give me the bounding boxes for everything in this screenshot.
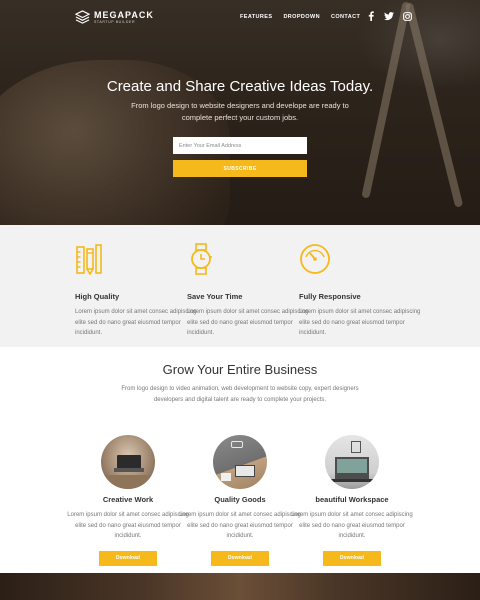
nav-item-contact[interactable]: CONTACT <box>331 14 360 20</box>
nav-menu: FEATURES DROPDOWN CONTACT <box>240 14 360 20</box>
brand-name: MEGAPACK <box>94 9 154 20</box>
download-button[interactable]: Download <box>211 550 269 566</box>
quality-goods-image <box>213 435 267 489</box>
social-links <box>366 11 412 21</box>
download-button[interactable]: Download <box>99 550 157 566</box>
speedometer-icon <box>300 244 330 274</box>
hero-title: Create and Share Creative Ideas Today. <box>106 78 374 95</box>
feature-title: Fully Responsive <box>299 292 361 301</box>
card-description: Lorem ipsum dolor sit amet consec adipis… <box>179 512 301 539</box>
brand-tagline: STARTUP BUILDER <box>94 19 136 24</box>
ruler-pencil-icon <box>76 244 102 276</box>
card-description: Lorem ipsum dolor sit amet consec adipis… <box>291 512 413 539</box>
brand-logo[interactable]: MEGAPACK STARTUP BUILDER <box>75 10 154 25</box>
facebook-icon[interactable] <box>366 11 376 21</box>
grow-section-description: From logo design to video animation, web… <box>121 386 359 403</box>
card-title: beautiful Workspace <box>315 495 389 504</box>
feature-description: Lorem ipsum dolor sit amet consec adipis… <box>299 309 421 336</box>
cube-logo-icon <box>75 10 90 24</box>
card-title: Creative Work <box>102 495 154 504</box>
email-input[interactable] <box>173 137 307 154</box>
hero-section: MEGAPACK STARTUP BUILDER FEATURES DROPDO… <box>0 0 480 225</box>
feature-fully-responsive: Fully Responsive Lorem ipsum dolor sit a… <box>299 243 429 339</box>
watch-icon <box>191 243 212 275</box>
nav-item-dropdown[interactable]: DROPDOWN <box>283 14 320 20</box>
card-beautiful-workspace: beautiful Workspace Lorem ipsum dolor si… <box>287 435 417 566</box>
feature-title: Save Your Time <box>187 292 243 301</box>
features-section: High Quality Lorem ipsum dolor sit amet … <box>0 225 480 347</box>
nav-item-features[interactable]: FEATURES <box>240 14 272 20</box>
subscribe-button[interactable]: SUBSCRIBE <box>173 160 307 177</box>
card-title: Quality Goods <box>214 495 266 504</box>
instagram-icon[interactable] <box>402 11 412 21</box>
feature-high-quality: High Quality Lorem ipsum dolor sit amet … <box>75 243 205 339</box>
creative-work-image <box>101 435 155 489</box>
hero-description: From logo design to website designers an… <box>131 101 349 122</box>
twitter-icon[interactable] <box>384 11 394 21</box>
download-button[interactable]: Download <box>323 550 381 566</box>
feature-save-time: Save Your Time Lorem ipsum dolor sit ame… <box>187 243 317 339</box>
feature-description: Lorem ipsum dolor sit amet consec adipis… <box>75 309 197 336</box>
top-nav: MEGAPACK STARTUP BUILDER FEATURES DROPDO… <box>0 0 480 36</box>
feature-description: Lorem ipsum dolor sit amet consec adipis… <box>187 309 309 336</box>
bottom-image-strip <box>0 573 480 600</box>
card-creative-work: Creative Work Lorem ipsum dolor sit amet… <box>63 435 193 566</box>
workspace-image <box>325 435 379 489</box>
feature-title: High Quality <box>75 292 120 301</box>
card-description: Lorem ipsum dolor sit amet consec adipis… <box>67 512 189 539</box>
grow-section-title: Grow Your Entire Business <box>162 362 318 377</box>
card-quality-goods: Quality Goods Lorem ipsum dolor sit amet… <box>175 435 305 566</box>
